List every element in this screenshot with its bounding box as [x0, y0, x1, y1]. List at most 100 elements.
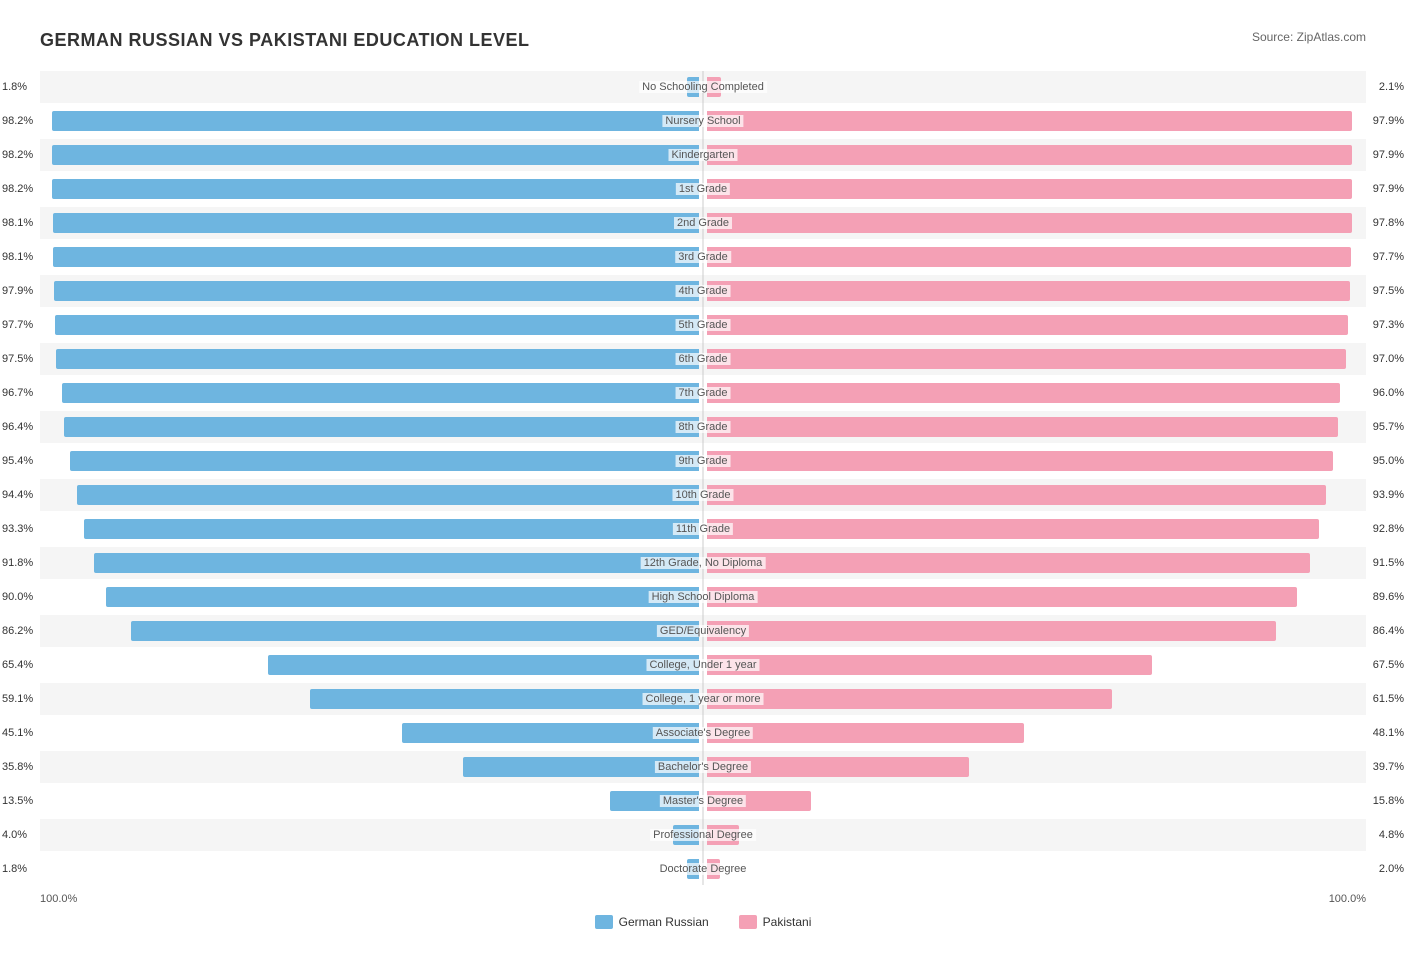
left-section: 86.2% [40, 615, 703, 647]
bar-right [707, 621, 1276, 641]
left-section: 96.7% [40, 377, 703, 409]
right-section: 92.8% [703, 513, 1366, 545]
val-left: 96.7% [2, 387, 33, 399]
bar-left [687, 859, 699, 879]
bar-right [707, 791, 811, 811]
bar-left [402, 723, 699, 743]
val-right: 97.8% [1373, 217, 1404, 229]
right-section: 97.9% [703, 139, 1366, 171]
val-right: 2.0% [1379, 863, 1404, 875]
right-section: 97.3% [703, 309, 1366, 341]
val-left: 98.1% [2, 217, 33, 229]
legend-label-german: German Russian [619, 915, 709, 929]
val-right: 97.9% [1373, 149, 1404, 161]
val-left: 97.5% [2, 353, 33, 365]
val-right: 2.1% [1379, 81, 1404, 93]
legend-label-pakistani: Pakistani [763, 915, 812, 929]
right-section: 91.5% [703, 547, 1366, 579]
bar-left [268, 655, 699, 675]
val-left: 98.2% [2, 149, 33, 161]
bar-right [707, 383, 1340, 403]
val-right: 97.9% [1373, 115, 1404, 127]
val-left: 98.1% [2, 251, 33, 263]
left-section: 97.7% [40, 309, 703, 341]
left-section: 45.1% [40, 717, 703, 749]
bar-left [687, 77, 699, 97]
val-right: 61.5% [1373, 693, 1404, 705]
val-right: 39.7% [1373, 761, 1404, 773]
val-left: 4.0% [2, 829, 27, 841]
chart-header: GERMAN RUSSIAN VS PAKISTANI EDUCATION LE… [40, 30, 1366, 51]
val-right: 48.1% [1373, 727, 1404, 739]
bar-left [56, 349, 699, 369]
val-right: 4.8% [1379, 829, 1404, 841]
right-section: 4.8% [703, 819, 1366, 851]
right-section: 95.7% [703, 411, 1366, 443]
val-left: 91.8% [2, 557, 33, 569]
right-section: 39.7% [703, 751, 1366, 783]
bar-left [52, 145, 699, 165]
right-section: 86.4% [703, 615, 1366, 647]
legend-pakistani: Pakistani [739, 915, 812, 929]
val-left: 86.2% [2, 625, 33, 637]
bar-right [707, 519, 1319, 539]
left-section: 13.5% [40, 785, 703, 817]
val-right: 96.0% [1373, 387, 1404, 399]
bar-right [707, 485, 1326, 505]
right-section: 2.1% [703, 71, 1366, 103]
bar-left [53, 213, 699, 233]
bar-left [610, 791, 699, 811]
val-left: 95.4% [2, 455, 33, 467]
val-right: 97.9% [1373, 183, 1404, 195]
right-section: 97.9% [703, 105, 1366, 137]
bar-left [54, 281, 699, 301]
val-left: 13.5% [2, 795, 33, 807]
bar-left [55, 315, 699, 335]
val-right: 93.9% [1373, 489, 1404, 501]
left-section: 95.4% [40, 445, 703, 477]
bar-right [707, 417, 1338, 437]
val-left: 90.0% [2, 591, 33, 603]
bar-right [707, 723, 1024, 743]
left-section: 1.8% [40, 853, 703, 885]
right-section: 97.7% [703, 241, 1366, 273]
bar-right [707, 281, 1350, 301]
val-left: 97.7% [2, 319, 33, 331]
val-left: 97.9% [2, 285, 33, 297]
val-right: 15.8% [1373, 795, 1404, 807]
bar-left [70, 451, 699, 471]
bar-left [106, 587, 699, 607]
right-section: 97.0% [703, 343, 1366, 375]
bar-right [707, 451, 1333, 471]
bar-right [707, 689, 1112, 709]
left-section: 90.0% [40, 581, 703, 613]
val-right: 97.5% [1373, 285, 1404, 297]
right-section: 96.0% [703, 377, 1366, 409]
bar-left [62, 383, 699, 403]
left-section: 1.8% [40, 71, 703, 103]
right-section: 15.8% [703, 785, 1366, 817]
right-section: 89.6% [703, 581, 1366, 613]
right-section: 95.0% [703, 445, 1366, 477]
bar-left [53, 247, 699, 267]
left-section: 98.1% [40, 207, 703, 239]
val-right: 97.3% [1373, 319, 1404, 331]
right-section: 97.9% [703, 173, 1366, 205]
bar-right [707, 111, 1352, 131]
val-left: 45.1% [2, 727, 33, 739]
left-section: 94.4% [40, 479, 703, 511]
bar-right [707, 349, 1346, 369]
axis-right: 100.0% [1329, 893, 1366, 905]
axis-left: 100.0% [40, 893, 77, 905]
val-left: 65.4% [2, 659, 33, 671]
bar-right [707, 179, 1352, 199]
right-section: 48.1% [703, 717, 1366, 749]
val-left: 98.2% [2, 183, 33, 195]
left-section: 91.8% [40, 547, 703, 579]
left-section: 97.5% [40, 343, 703, 375]
val-right: 97.0% [1373, 353, 1404, 365]
left-section: 97.9% [40, 275, 703, 307]
val-left: 98.2% [2, 115, 33, 127]
chart-container: GERMAN RUSSIAN VS PAKISTANI EDUCATION LE… [20, 20, 1386, 949]
left-section: 93.3% [40, 513, 703, 545]
